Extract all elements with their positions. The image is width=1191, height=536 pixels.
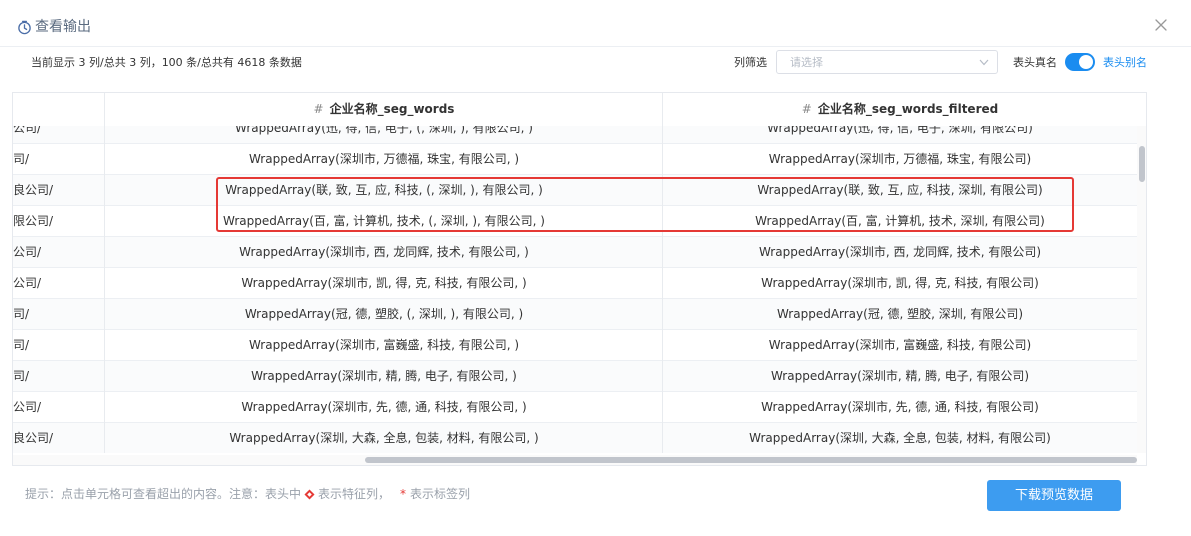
hint-text: 提示：点击单元格可查看超出的内容。注意：表头中 表示特征列， * 表示标签列: [25, 486, 470, 502]
table-row: 公司/WrappedArray(深圳市, 西, 龙同辉, 技术, 有限公司, )…: [13, 237, 1137, 268]
numeric-type-icon: #: [801, 102, 812, 116]
table-cell[interactable]: WrappedArray(深圳, 大森, 全息, 包装, 材料, 有限公司): [663, 423, 1137, 453]
close-icon[interactable]: [1152, 16, 1170, 34]
table-cell[interactable]: 公司/: [13, 126, 104, 143]
column-header-0[interactable]: [13, 93, 105, 126]
table-header: # 企业名称_seg_words # 企业名称_seg_words_filtered: [13, 93, 1146, 127]
table-cell[interactable]: WrappedArray(深圳市, 万德福, 珠宝, 有限公司): [663, 144, 1137, 174]
table-row: 限公司/WrappedArray(百, 富, 计算机, 技术, (, 深圳, )…: [13, 206, 1137, 237]
table-cell[interactable]: 司/: [13, 299, 104, 329]
download-preview-button[interactable]: 下载预览数据: [987, 480, 1121, 511]
header-real-name-label: 表头真名: [1013, 56, 1057, 69]
table-row: 良公司/WrappedArray(联, 致, 互, 应, 科技, (, 深圳, …: [13, 175, 1137, 206]
column-filter-select[interactable]: 请选择: [776, 50, 998, 74]
table-cell[interactable]: WrappedArray(深圳市, 先, 德, 通, 科技, 有限公司): [663, 392, 1137, 422]
table-cell[interactable]: 公司/: [13, 237, 104, 267]
table-cell[interactable]: WrappedArray(深圳市, 凯, 得, 克, 科技, 有限公司, ): [105, 268, 663, 298]
diamond-icon: [304, 488, 315, 500]
table-cell[interactable]: WrappedArray(深圳市, 先, 德, 通, 科技, 有限公司, ): [105, 392, 663, 422]
dialog-title-text: 查看输出: [35, 19, 91, 35]
table-cell[interactable]: WrappedArray(百, 富, 计算机, 技术, (, 深圳, ), 有限…: [105, 206, 663, 236]
column-divider: [662, 93, 663, 453]
table-cell[interactable]: WrappedArray(深圳市, 富巍盛, 科技, 有限公司): [663, 330, 1137, 360]
table-cell[interactable]: 公司/: [13, 392, 104, 422]
table-cell[interactable]: WrappedArray(冠, 德, 塑胶, 深圳, 有限公司): [663, 299, 1137, 329]
chevron-down-icon: [979, 59, 989, 66]
table-cell[interactable]: 司/: [13, 144, 104, 174]
table-cell[interactable]: WrappedArray(迅, 得, 信, 电子, 深圳, 有限公司): [663, 126, 1137, 143]
table-cell[interactable]: WrappedArray(深圳市, 万德福, 珠宝, 有限公司, ): [105, 144, 663, 174]
table-row: 司/WrappedArray(深圳市, 富巍盛, 科技, 有限公司, ) Wrap…: [13, 330, 1137, 361]
horizontal-scroll-thumb[interactable]: [365, 457, 1137, 463]
toggle-knob: [1079, 55, 1093, 69]
column-filter-placeholder: 请选择: [790, 56, 823, 69]
table-body: 公司/WrappedArray(迅, 得, 信, 电子, (, 深圳, ), 有…: [13, 126, 1137, 453]
table-row: 司/WrappedArray(冠, 德, 塑胶, (, 深圳, ), 有限公司,…: [13, 299, 1137, 330]
table-row: 司/WrappedArray(深圳市, 精, 腾, 电子, 有限公司, ) Wra…: [13, 361, 1137, 392]
table-row: 公司/WrappedArray(深圳市, 凯, 得, 克, 科技, 有限公司, …: [13, 268, 1137, 299]
preview-table: # 企业名称_seg_words # 企业名称_seg_words_filtered…: [12, 92, 1147, 466]
hint-feature: 表示特征列，: [318, 487, 391, 501]
clock-icon: [18, 20, 31, 34]
data-summary: 当前显示 3 列/总共 3 列，100 条/总共有 4618 条数据: [31, 56, 302, 69]
header-alias-label[interactable]: 表头别名: [1103, 55, 1147, 71]
dialog-title: 查看输出: [17, 17, 91, 37]
hint-label: 表示标签列: [410, 487, 471, 501]
table-cell[interactable]: WrappedArray(迅, 得, 信, 电子, (, 深圳, ), 有限公司…: [105, 126, 663, 143]
table-cell[interactable]: WrappedArray(深圳, 大森, 全息, 包装, 材料, 有限公司, ): [105, 423, 663, 453]
table-row: 良公司/WrappedArray(深圳, 大森, 全息, 包装, 材料, 有限公…: [13, 423, 1137, 453]
table-cell[interactable]: 公司/: [13, 268, 104, 298]
table-cell[interactable]: WrappedArray(深圳市, 西, 龙同辉, 技术, 有限公司, ): [105, 237, 663, 267]
table-cell[interactable]: WrappedArray(百, 富, 计算机, 技术, 深圳, 有限公司): [663, 206, 1137, 236]
table-row: 公司/WrappedArray(深圳市, 先, 德, 通, 科技, 有限公司, …: [13, 392, 1137, 423]
table-cell[interactable]: WrappedArray(冠, 德, 塑胶, (, 深圳, ), 有限公司, ): [105, 299, 663, 329]
table-row: 公司/WrappedArray(迅, 得, 信, 电子, (, 深圳, ), 有…: [13, 126, 1137, 144]
table-cell[interactable]: 良公司/: [13, 423, 104, 453]
horizontal-scrollbar[interactable]: [13, 455, 1137, 465]
dialog-header: 查看输出: [0, 0, 1191, 47]
vertical-scroll-thumb[interactable]: [1139, 146, 1145, 182]
table-cell[interactable]: WrappedArray(深圳市, 精, 腾, 电子, 有限公司): [663, 361, 1137, 391]
output-dialog: 查看输出 当前显示 3 列/总共 3 列，100 条/总共有 4618 条数据 …: [0, 0, 1191, 536]
column-header-label: 企业名称_seg_words_filtered: [817, 102, 999, 116]
table-cell[interactable]: WrappedArray(深圳市, 凯, 得, 克, 科技, 有限公司): [663, 268, 1137, 298]
table-cell[interactable]: WrappedArray(联, 致, 互, 应, 科技, (, 深圳, ), 有…: [105, 175, 663, 205]
table-cell[interactable]: 司/: [13, 330, 104, 360]
label-star-icon: *: [400, 487, 407, 501]
table-cell[interactable]: WrappedArray(深圳市, 西, 龙同辉, 技术, 有限公司): [663, 237, 1137, 267]
table-cell[interactable]: WrappedArray(联, 致, 互, 应, 科技, 深圳, 有限公司): [663, 175, 1137, 205]
hint-prefix: 提示：点击单元格可查看超出的内容。注意：表头中: [25, 487, 302, 501]
column-header-seg-words[interactable]: # 企业名称_seg_words: [105, 93, 663, 126]
table-cell[interactable]: 司/: [13, 361, 104, 391]
numeric-type-icon: #: [313, 102, 324, 116]
table-row: 司/WrappedArray(深圳市, 万德福, 珠宝, 有限公司, ) Wrap…: [13, 144, 1137, 175]
header-name-toggle[interactable]: [1065, 53, 1095, 71]
table-cell[interactable]: 限公司/: [13, 206, 104, 236]
table-rows: 公司/WrappedArray(迅, 得, 信, 电子, (, 深圳, ), 有…: [13, 126, 1137, 453]
column-filter-label: 列筛选: [734, 56, 767, 69]
column-divider: [104, 93, 105, 453]
table-cell[interactable]: WrappedArray(深圳市, 精, 腾, 电子, 有限公司, ): [105, 361, 663, 391]
column-header-label: 企业名称_seg_words: [329, 102, 455, 116]
vertical-scrollbar[interactable]: [1137, 126, 1146, 453]
table-cell[interactable]: WrappedArray(深圳市, 富巍盛, 科技, 有限公司, ): [105, 330, 663, 360]
column-header-seg-words-filtered[interactable]: # 企业名称_seg_words_filtered: [663, 93, 1137, 126]
table-cell[interactable]: 良公司/: [13, 175, 104, 205]
